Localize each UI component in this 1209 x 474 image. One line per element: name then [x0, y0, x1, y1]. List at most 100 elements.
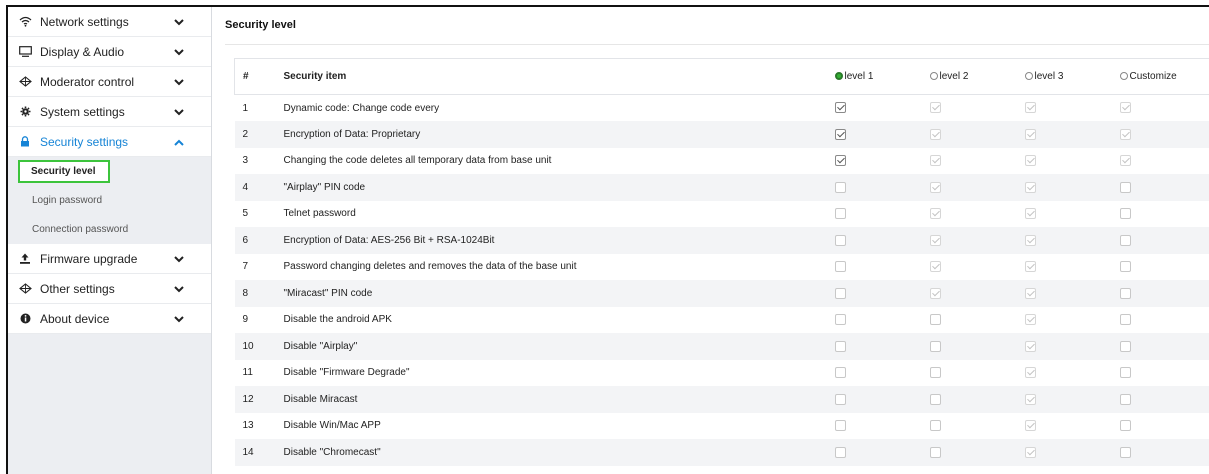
level-checkbox[interactable] — [1024, 314, 1036, 326]
sidebar-item-other-settings[interactable]: Other settings — [8, 274, 211, 304]
level-checkbox[interactable] — [1119, 102, 1131, 114]
level-checkbox[interactable] — [834, 102, 846, 114]
level-cell — [929, 174, 1025, 201]
level-checkbox[interactable] — [1119, 155, 1131, 167]
level-checkbox[interactable] — [1119, 208, 1131, 220]
level-checkbox[interactable] — [929, 420, 941, 432]
level-checkbox[interactable] — [834, 446, 846, 458]
level-checkbox[interactable] — [1024, 287, 1036, 299]
level-checkbox[interactable] — [834, 287, 846, 299]
level-checkbox[interactable] — [1119, 446, 1131, 458]
chevron-down-icon[interactable] — [172, 45, 186, 59]
chevron-down-icon[interactable] — [172, 75, 186, 89]
level-option-customize[interactable]: Customize — [1119, 59, 1209, 95]
level-checkbox[interactable] — [929, 287, 941, 299]
table-row: 8 "Miracast" PIN code — [234, 280, 1209, 307]
chevron-down-icon[interactable] — [172, 105, 186, 119]
chevron-down-icon[interactable] — [172, 15, 186, 29]
level-checkbox[interactable] — [834, 155, 846, 167]
level-cell — [1024, 201, 1120, 228]
level-cell — [1119, 148, 1209, 175]
radio-icon[interactable] — [1119, 72, 1128, 80]
level-checkbox[interactable] — [929, 340, 941, 352]
level-checkbox[interactable] — [929, 102, 941, 114]
table-body: 1 Dynamic code: Change code every 2 Encrypt… — [234, 95, 1209, 466]
level-checkbox[interactable] — [834, 208, 846, 220]
level-checkbox[interactable] — [1024, 128, 1036, 140]
level-option-3[interactable]: level 3 — [1024, 59, 1120, 95]
level-checkbox[interactable] — [1119, 261, 1131, 273]
radio-selected-icon[interactable] — [834, 72, 843, 80]
level-checkbox[interactable] — [929, 208, 941, 220]
level-checkbox[interactable] — [1119, 181, 1131, 193]
sidebar-item-firmware-upgrade[interactable]: Firmware upgrade — [8, 244, 211, 274]
level-checkbox[interactable] — [834, 181, 846, 193]
level-cell — [1024, 280, 1120, 307]
level-checkbox[interactable] — [1024, 234, 1036, 246]
level-checkbox[interactable] — [834, 261, 846, 273]
sidebar-item-display-audio[interactable]: Display & Audio — [8, 37, 211, 67]
sidebar-item-security-settings[interactable]: Security settings — [8, 127, 211, 157]
level-checkbox[interactable] — [1024, 393, 1036, 405]
level-checkbox[interactable] — [929, 314, 941, 326]
chevron-up-icon[interactable] — [172, 135, 186, 149]
level-checkbox[interactable] — [929, 128, 941, 140]
level-checkbox[interactable] — [1024, 340, 1036, 352]
level-cell — [834, 413, 930, 440]
sidebar-subitem-label: Connection password — [32, 224, 129, 235]
level-cell — [1119, 333, 1209, 360]
security-item-name: Encryption of Data: Proprietary — [283, 128, 421, 140]
sidebar-item-label: Display & Audio — [40, 44, 125, 59]
level-cell — [1119, 307, 1209, 334]
level-checkbox[interactable] — [1024, 181, 1036, 193]
level-checkbox[interactable] — [1024, 155, 1036, 167]
level-checkbox[interactable] — [929, 155, 941, 167]
sidebar-subitem-login-password[interactable]: Login password — [8, 186, 211, 215]
level-checkbox[interactable] — [1119, 367, 1131, 379]
chevron-down-icon[interactable] — [172, 312, 186, 326]
sidebar-item-moderator-control[interactable]: Moderator control — [8, 67, 211, 97]
level-checkbox[interactable] — [929, 234, 941, 246]
level-checkbox[interactable] — [834, 128, 846, 140]
level-checkbox[interactable] — [1119, 234, 1131, 246]
level-checkbox[interactable] — [929, 367, 941, 379]
sidebar-subitem-connection-password[interactable]: Connection password — [8, 215, 211, 244]
level-checkbox[interactable] — [834, 367, 846, 379]
row-number: 11 — [242, 367, 253, 379]
level-checkbox[interactable] — [1024, 261, 1036, 273]
level-checkbox[interactable] — [1119, 340, 1131, 352]
level-checkbox[interactable] — [1024, 420, 1036, 432]
radio-icon[interactable] — [929, 72, 938, 80]
level-cell — [1119, 360, 1209, 387]
level-checkbox[interactable] — [929, 181, 941, 193]
level-cell — [929, 121, 1025, 148]
level-checkbox[interactable] — [929, 446, 941, 458]
level-checkbox[interactable] — [834, 234, 846, 246]
level-checkbox[interactable] — [1024, 208, 1036, 220]
level-checkbox[interactable] — [1119, 128, 1131, 140]
level-checkbox[interactable] — [1024, 367, 1036, 379]
level-checkbox[interactable] — [1119, 314, 1131, 326]
level-checkbox[interactable] — [1024, 102, 1036, 114]
radio-icon[interactable] — [1024, 72, 1033, 80]
level-option-2[interactable]: level 2 — [929, 59, 1025, 95]
level-checkbox[interactable] — [834, 420, 846, 432]
sidebar-item-network-settings[interactable]: Network settings — [8, 7, 211, 37]
chevron-down-icon[interactable] — [172, 282, 186, 296]
level-checkbox[interactable] — [1119, 420, 1131, 432]
level-checkbox[interactable] — [834, 340, 846, 352]
security-item-name: Dynamic code: Change code every — [283, 102, 440, 114]
level-checkbox[interactable] — [1119, 393, 1131, 405]
level-checkbox[interactable] — [1024, 446, 1036, 458]
chevron-down-icon[interactable] — [172, 252, 186, 266]
level-checkbox[interactable] — [929, 261, 941, 273]
level-cell — [834, 333, 930, 360]
sidebar-item-system-settings[interactable]: System settings — [8, 97, 211, 127]
level-option-1[interactable]: level 1 — [834, 59, 930, 95]
level-checkbox[interactable] — [929, 393, 941, 405]
sidebar-subitem-security-level[interactable]: Security level — [18, 160, 110, 183]
sidebar-item-about-device[interactable]: About device — [8, 304, 211, 334]
level-checkbox[interactable] — [834, 393, 846, 405]
level-checkbox[interactable] — [834, 314, 846, 326]
level-checkbox[interactable] — [1119, 287, 1131, 299]
